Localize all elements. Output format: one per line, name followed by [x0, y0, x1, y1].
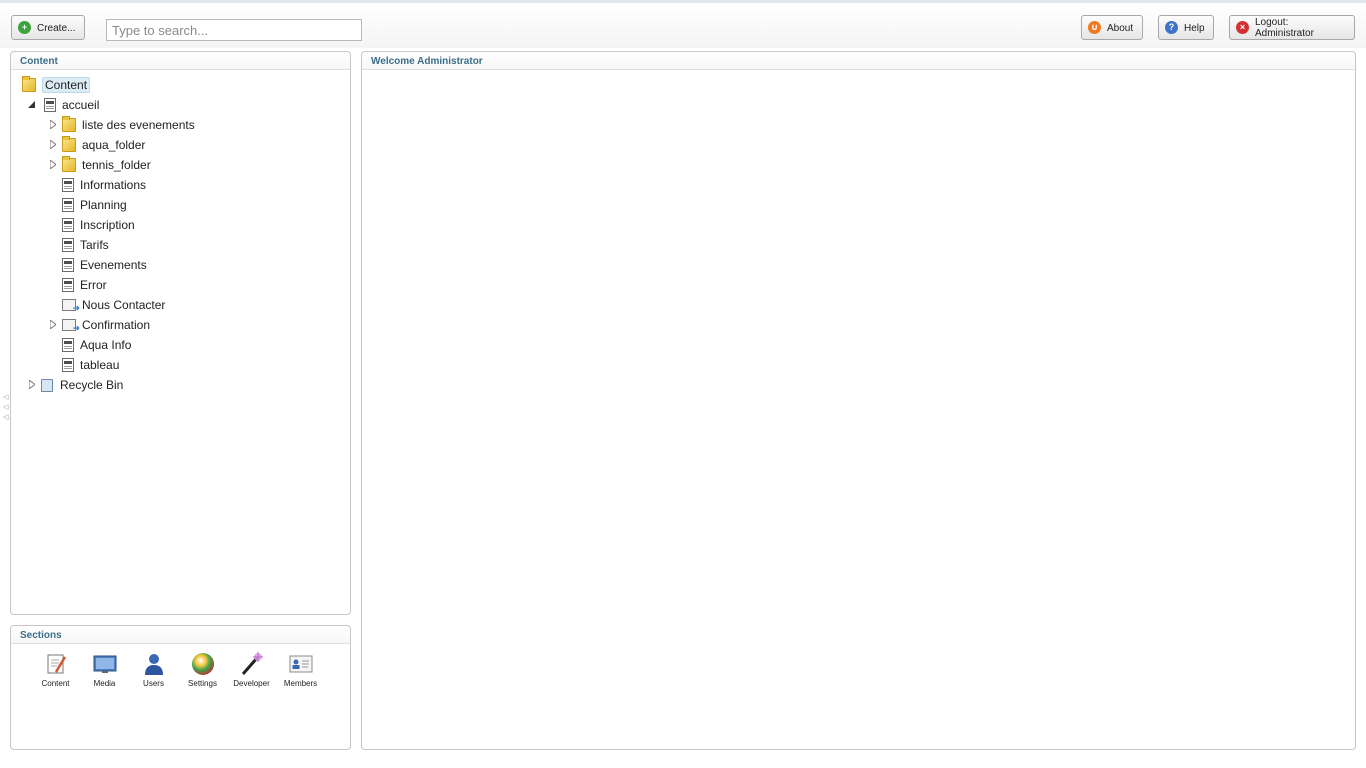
section-label: Members [283, 679, 318, 688]
chevron-left-icon: ◁ [3, 414, 9, 421]
help-icon: ? [1165, 21, 1178, 34]
section-settings[interactable]: Settings [178, 652, 227, 688]
document-icon [62, 338, 74, 352]
document-icon [62, 238, 74, 252]
tree-node[interactable]: aqua_folder [62, 136, 145, 154]
help-button-label: Help [1184, 22, 1205, 34]
chevron-left-icon: ◁ [3, 394, 9, 401]
tree-node[interactable]: liste des evenements [62, 116, 195, 134]
tree-node-label: liste des evenements [82, 118, 195, 132]
folder-icon [62, 156, 76, 172]
mail-icon [62, 299, 80, 314]
tree-node-label: Evenements [80, 258, 147, 272]
section-label: Content [41, 679, 70, 688]
section-developer[interactable]: Developer [227, 652, 276, 688]
tree-node-label: Tarifs [80, 238, 109, 252]
section-label: Settings [188, 679, 217, 688]
about-button[interactable]: ∪ About [1081, 15, 1143, 40]
collapse-arrow-icon[interactable] [27, 100, 35, 108]
document-icon [62, 178, 74, 192]
search-input[interactable] [106, 19, 362, 41]
tree-node[interactable]: Informations [62, 176, 146, 194]
mail-icon [62, 319, 80, 334]
create-button[interactable]: + Create... [11, 15, 85, 40]
section-label: Developer [233, 679, 270, 688]
tree-node-label: tableau [80, 358, 120, 372]
members-section-icon [289, 652, 313, 676]
sections-panel-title: Sections [11, 626, 350, 644]
tree-node[interactable]: Aqua Info [62, 336, 131, 354]
section-label: Users [143, 679, 164, 688]
logout-icon: × [1236, 21, 1249, 34]
folder-icon [22, 76, 36, 92]
tree-node[interactable]: Confirmation [62, 316, 150, 334]
recycle-bin-icon [41, 378, 53, 392]
main-panel-title: Welcome Administrator [362, 52, 1355, 70]
logout-button-label: Logout: Administrator [1255, 17, 1314, 39]
logout-button[interactable]: × Logout: Administrator [1229, 15, 1355, 40]
tree-node-label: Nous Contacter [82, 298, 166, 312]
tree-node-recycle-bin[interactable]: Recycle Bin [41, 376, 123, 394]
document-icon [62, 358, 74, 372]
sections-list: Content Media Users Settings Developer Member… [31, 652, 325, 688]
content-panel-title: Content [11, 52, 350, 70]
expand-arrow-icon[interactable] [49, 139, 57, 149]
top-toolbar: + Create... ∪ About ? Help × Logout: Adm… [0, 0, 1366, 48]
tree-node[interactable]: Nous Contacter [62, 296, 165, 314]
about-button-label: About [1107, 22, 1134, 34]
tree-node[interactable]: tennis_folder [62, 156, 151, 174]
create-button-label: Create... [37, 22, 76, 34]
expand-arrow-icon[interactable] [49, 159, 57, 169]
section-media[interactable]: Media [80, 652, 129, 688]
tree-node-accueil[interactable]: accueil [44, 96, 99, 114]
help-button[interactable]: ? Help [1158, 15, 1214, 40]
media-section-icon [93, 652, 117, 676]
section-label: Media [93, 679, 116, 688]
tree-node-label: Aqua Info [80, 338, 132, 352]
folder-icon [62, 116, 76, 132]
tree-node[interactable]: Inscription [62, 216, 135, 234]
users-section-icon [142, 652, 166, 676]
expand-arrow-icon[interactable] [49, 119, 57, 129]
chevron-left-icon: ◁ [3, 404, 9, 411]
tree-node-label: tennis_folder [82, 158, 151, 172]
tree-node-label: Recycle Bin [60, 378, 124, 392]
tree-node-label: Content [42, 77, 91, 93]
plus-icon: + [18, 21, 31, 34]
tree-node-label: Error [80, 278, 107, 292]
panel-resize-handle[interactable]: ◁ ◁ ◁ [3, 394, 9, 422]
document-icon [44, 98, 56, 112]
tree-node-label: Planning [80, 198, 127, 212]
sections-panel: Sections Content Media Users Settings Develo… [10, 625, 351, 750]
about-icon: ∪ [1088, 21, 1101, 34]
tree-node-label: Confirmation [82, 318, 151, 332]
main-panel: Welcome Administrator [361, 51, 1356, 750]
tree-node[interactable]: Evenements [62, 256, 147, 274]
tree-node[interactable]: Error [62, 276, 107, 294]
document-icon [62, 278, 74, 292]
content-tree-panel: Content Content accueil liste des evenem… [10, 51, 351, 615]
expand-arrow-icon[interactable] [28, 379, 36, 389]
tree-node-label: accueil [62, 98, 100, 112]
expand-arrow-icon[interactable] [49, 319, 57, 329]
document-icon [62, 218, 74, 232]
section-content[interactable]: Content [31, 652, 80, 688]
folder-icon [62, 136, 76, 152]
tree-node-root[interactable]: Content [22, 76, 91, 94]
tree-node-label: Inscription [80, 218, 135, 232]
content-section-icon [44, 652, 68, 676]
section-members[interactable]: Members [276, 652, 325, 688]
tree-node-label: Informations [80, 178, 147, 192]
tree-node-label: aqua_folder [82, 138, 146, 152]
section-users[interactable]: Users [129, 652, 178, 688]
tree-node[interactable]: tableau [62, 356, 119, 374]
tree-node[interactable]: Planning [62, 196, 127, 214]
settings-section-icon [191, 652, 215, 676]
tree-node[interactable]: Tarifs [62, 236, 109, 254]
document-icon [62, 258, 74, 272]
document-icon [62, 198, 74, 212]
developer-section-icon [240, 652, 264, 676]
